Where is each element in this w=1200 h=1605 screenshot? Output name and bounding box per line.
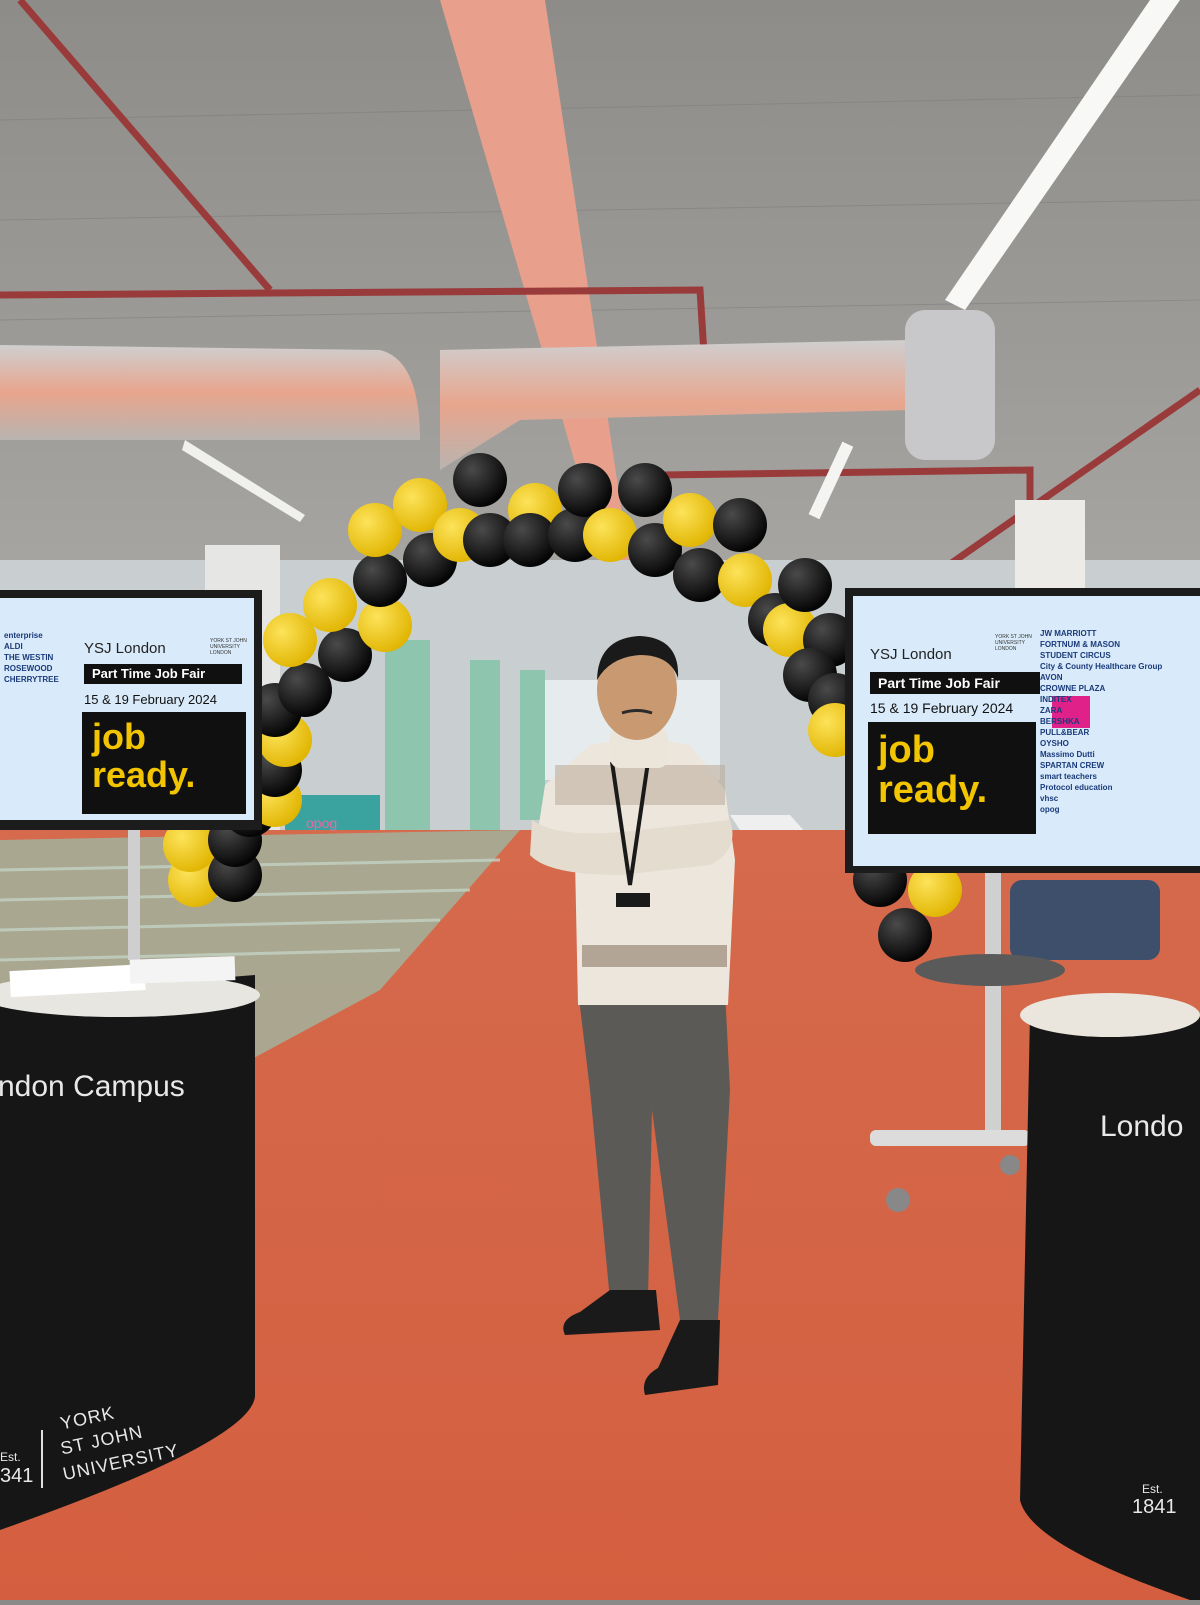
left-screen-dates: 15 & 19 February 2024 bbox=[84, 692, 217, 707]
left-screen-event: Part Time Job Fair bbox=[92, 666, 206, 681]
right-counter-campus: Londo bbox=[1100, 1110, 1184, 1143]
sponsor-logo: CHERRYTREE bbox=[4, 675, 59, 684]
black-balloon bbox=[353, 553, 407, 607]
sponsor-logo: ZARA bbox=[1040, 706, 1063, 715]
left-screen-stand bbox=[128, 820, 140, 960]
right-screen-crest: YORK ST JOHN UNIVERSITY LONDON bbox=[995, 634, 1032, 652]
left-counter-campus: ndon Campus bbox=[0, 1070, 185, 1103]
sponsor-logo: Protocol education bbox=[1040, 783, 1113, 792]
sponsor-logo: BERSHKA bbox=[1040, 717, 1080, 726]
air-duct-left bbox=[0, 345, 420, 440]
right-counter-est-label: Est. bbox=[1142, 1482, 1163, 1496]
sponsor-logo: vhsc bbox=[1040, 794, 1059, 803]
sponsor-logo: OYSHO bbox=[1040, 739, 1069, 748]
black-balloon bbox=[778, 558, 832, 612]
sponsor-logo: smart teachers bbox=[1040, 772, 1097, 781]
side-table bbox=[915, 954, 1065, 986]
brochure-stack-2 bbox=[129, 956, 236, 984]
right-screen-dates: 15 & 19 February 2024 bbox=[870, 700, 1014, 716]
right-screen-sponsors: JW MARRIOTT FORTNUM & MASON STUDENT CIRCUS… bbox=[1040, 628, 1200, 815]
sponsor-logo: City & County Healthcare Group bbox=[1040, 662, 1163, 671]
left-counter-est-year: 341 bbox=[0, 1465, 34, 1487]
person-badge bbox=[616, 893, 650, 907]
left-screen-tagline-job: job bbox=[92, 716, 146, 757]
sponsor-logo: CROWNE PLAZA bbox=[1040, 684, 1106, 693]
sponsor-logo: PULL&BEAR bbox=[1040, 728, 1090, 737]
sponsor-logo: FORTNUM & MASON bbox=[1040, 640, 1120, 649]
left-screen-org: YSJ London bbox=[84, 640, 166, 657]
sponsor-logo: SPARTAN CREW bbox=[1040, 761, 1105, 770]
black-balloon bbox=[713, 498, 767, 552]
sponsor-logo: STUDENT CIRCUS bbox=[1040, 651, 1111, 660]
sponsor-logo: ROSEWOOD bbox=[4, 664, 53, 673]
stand-wheel-2 bbox=[1000, 1155, 1020, 1175]
right-screen-org: YSJ London bbox=[870, 646, 952, 663]
sponsor-logo: JW MARRIOTT bbox=[1040, 629, 1097, 638]
right-screen-event: Part Time Job Fair bbox=[878, 675, 1000, 691]
left-screen-sponsors: enterprise ALDI THE WESTIN ROSEWOOD CHERRYTR… bbox=[4, 630, 78, 685]
right-screen-base bbox=[870, 1130, 1030, 1146]
black-balloon bbox=[618, 463, 672, 517]
sponsor-logo: opog bbox=[1040, 805, 1060, 814]
sponsor-logo: ALDI bbox=[4, 642, 23, 651]
sweater-pattern-top bbox=[555, 765, 725, 805]
sponsor-logo: enterprise bbox=[4, 631, 43, 640]
sponsor-logo: THE WESTIN bbox=[4, 653, 54, 662]
air-duct-vent bbox=[905, 310, 995, 460]
black-balloon bbox=[453, 453, 507, 507]
column-green-1 bbox=[385, 640, 430, 850]
photo-scene: YSJ London YORK ST JOHN UNIVERSITY LONDO… bbox=[0, 0, 1200, 1600]
sweater-pattern-bottom bbox=[582, 945, 727, 967]
left-screen-tagline-ready: ready. bbox=[92, 754, 196, 795]
yellow-balloon bbox=[303, 578, 357, 632]
sponsor-logo: INDITEX bbox=[1040, 695, 1072, 704]
right-screen-stand bbox=[985, 860, 1001, 1140]
column-green-3 bbox=[520, 670, 545, 820]
scene-illustration bbox=[0, 0, 1200, 1600]
lounge-chair bbox=[1010, 880, 1160, 960]
background-banner-label: opog bbox=[306, 815, 338, 831]
right-counter-top bbox=[1020, 993, 1200, 1037]
left-counter-est-label: Est. bbox=[0, 1450, 21, 1464]
right-counter-est-year: 1841 bbox=[1132, 1496, 1177, 1518]
sponsor-logo: AVON bbox=[1040, 673, 1063, 682]
left-screen-crest: YORK ST JOHN UNIVERSITY LONDON bbox=[210, 638, 247, 656]
black-balloon bbox=[878, 908, 932, 962]
yellow-balloon bbox=[663, 493, 717, 547]
sponsor-logo: Massimo Dutti bbox=[1040, 750, 1095, 759]
stand-wheel bbox=[886, 1188, 910, 1212]
right-screen-tagline-ready: ready. bbox=[878, 769, 988, 811]
right-screen-tagline-job: job bbox=[878, 729, 935, 771]
column-green-2 bbox=[470, 660, 500, 830]
